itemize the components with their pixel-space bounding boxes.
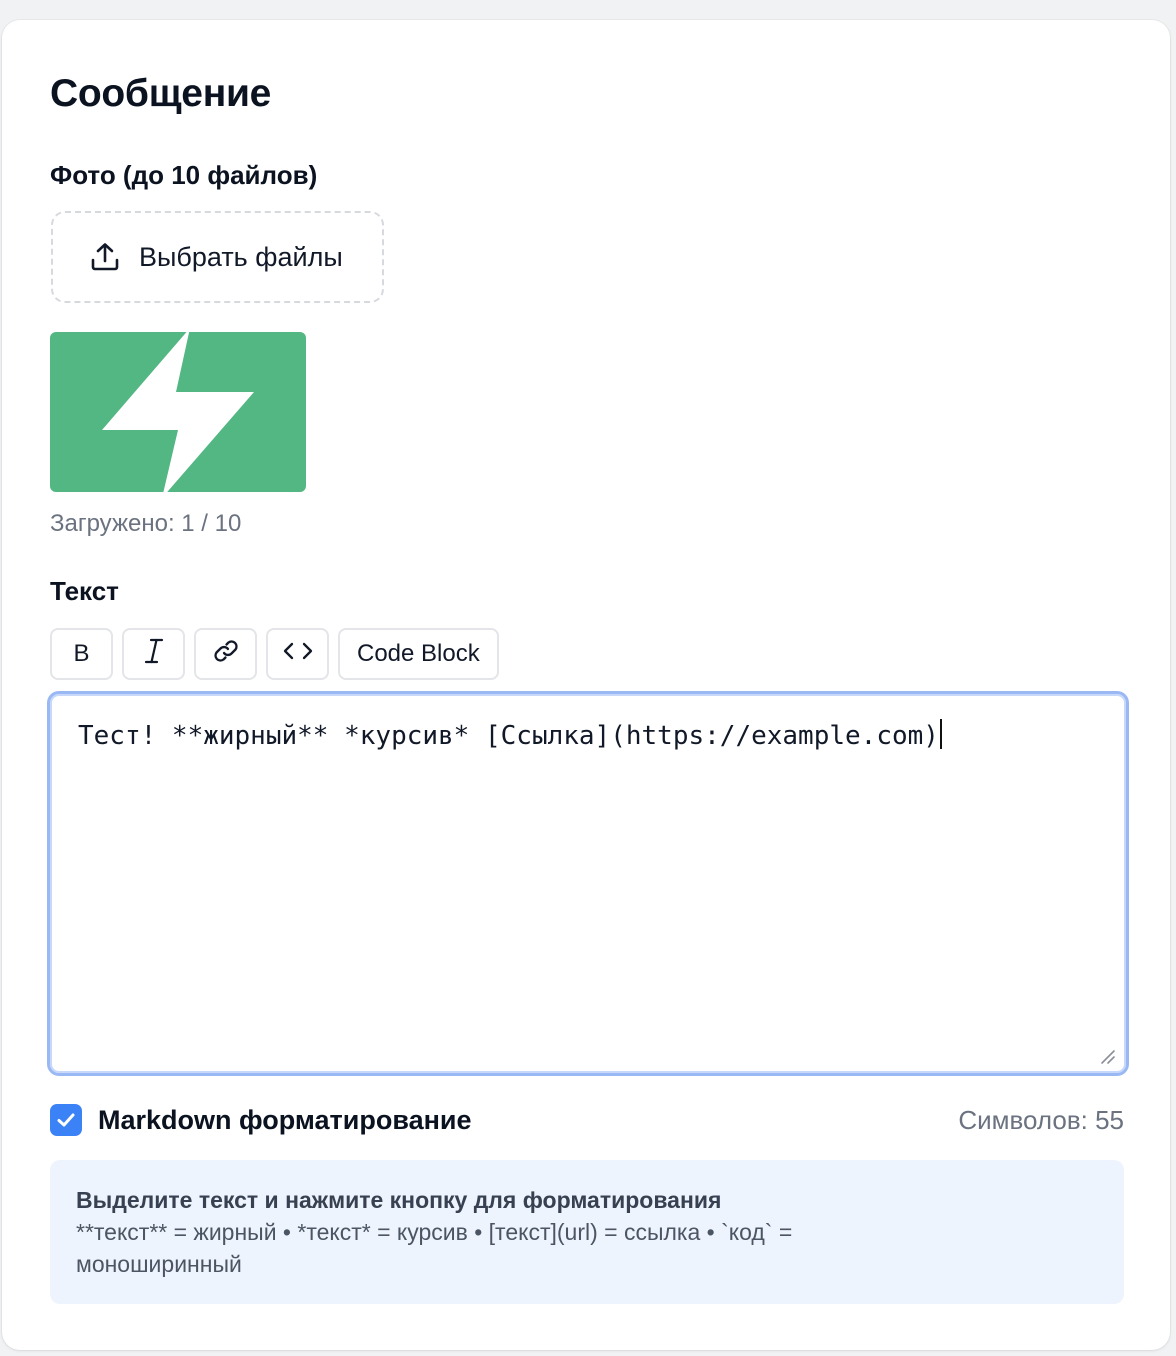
card-title: Сообщение <box>50 72 272 115</box>
character-count: Символов: 55 <box>958 1104 1124 1135</box>
markdown-label: Markdown форматирование <box>98 1104 472 1135</box>
photo-thumbnail[interactable] <box>50 332 306 492</box>
lightning-bolt-icon <box>102 332 254 492</box>
link-button[interactable] <box>194 628 257 680</box>
italic-icon <box>143 638 165 671</box>
bold-button[interactable]: B <box>50 628 113 680</box>
bold-label: B <box>73 640 90 667</box>
italic-button[interactable] <box>122 628 185 680</box>
photos-label: Фото (до 10 файлов) <box>50 160 318 190</box>
code-icon <box>283 640 313 669</box>
resize-handle-icon[interactable] <box>1098 1047 1116 1065</box>
markdown-toggle[interactable]: Markdown форматирование <box>50 1104 472 1136</box>
checkmark-icon <box>57 1113 75 1127</box>
message-text-content: Тест! **жирный** *курсив* [Ссылка](https… <box>78 719 942 751</box>
markdown-row: Markdown форматирование Символов: 55 <box>50 1100 1124 1140</box>
choose-files-button[interactable]: Выбрать файлы <box>51 211 384 303</box>
formatting-toolbar: B Code Block <box>50 628 499 680</box>
code-block-label: Code Block <box>357 640 480 667</box>
message-card: Сообщение Фото (до 10 файлов) Выбрать фа… <box>2 20 1170 1350</box>
uploaded-count: Загружено: 1 / 10 <box>50 510 242 537</box>
choose-files-label: Выбрать файлы <box>139 241 343 272</box>
code-block-button[interactable]: Code Block <box>338 628 499 680</box>
markdown-checkbox[interactable] <box>50 1104 82 1136</box>
message-textarea[interactable]: Тест! **жирный** *курсив* [Ссылка](https… <box>47 691 1129 1076</box>
message-text-value: Тест! **жирный** *курсив* [Ссылка](https… <box>78 721 939 751</box>
link-icon <box>212 637 240 672</box>
hint-body: **текст** = жирный • *текст* = курсив • … <box>76 1219 793 1277</box>
text-caret <box>939 719 942 749</box>
upload-icon <box>89 241 121 273</box>
hint-title: Выделите текст и нажмите кнопку для форм… <box>76 1187 722 1213</box>
formatting-hint: Выделите текст и нажмите кнопку для форм… <box>50 1160 1124 1304</box>
inline-code-button[interactable] <box>266 628 329 680</box>
text-label: Текст <box>50 576 119 606</box>
